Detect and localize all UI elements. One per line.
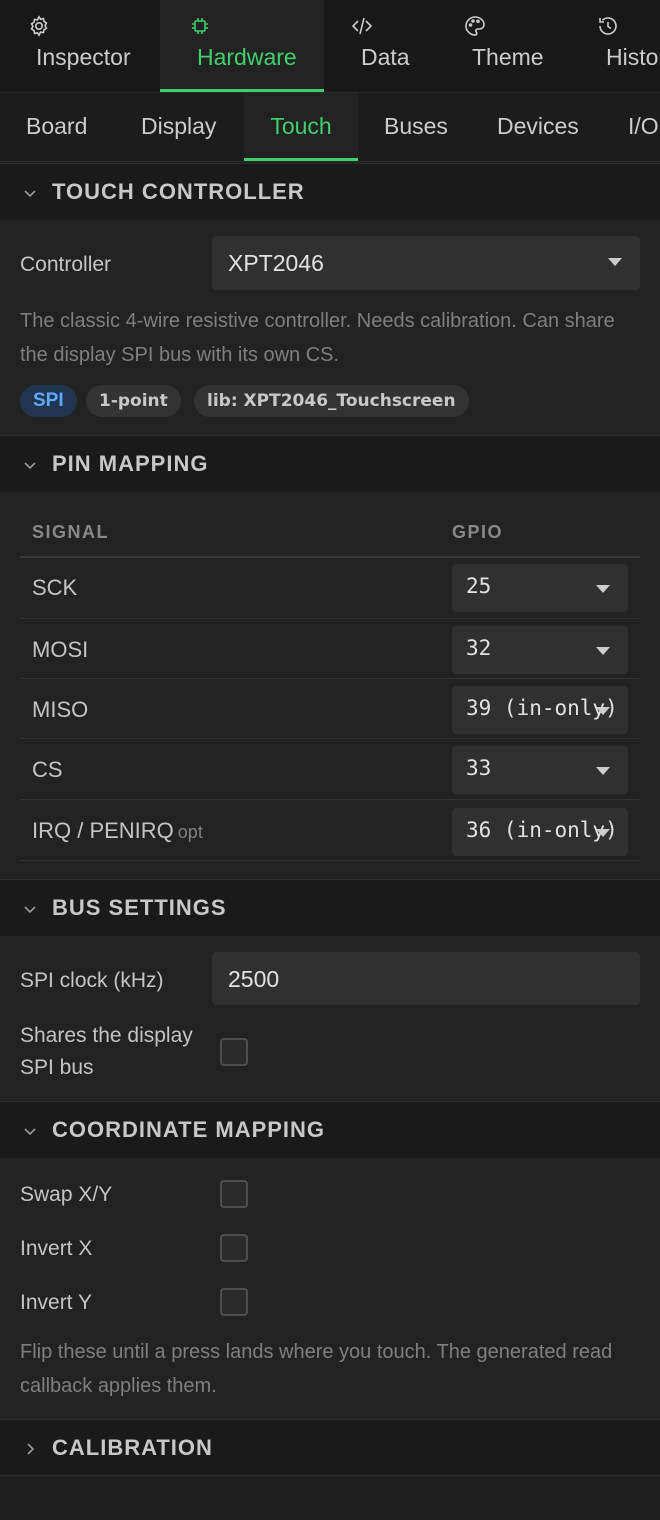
- table-row: IRQ / PENIRQ opt 36 (in-only): [20, 800, 640, 861]
- col-gpio: GPIO: [452, 522, 504, 542]
- section-title: TOUCH CONTROLLER: [52, 179, 305, 204]
- section-title: CALIBRATION: [52, 1435, 213, 1460]
- tab-label: History: [606, 44, 660, 70]
- shares-bus-label-line2: SPI bus: [20, 1056, 94, 1079]
- shares-bus-checkbox[interactable]: [220, 1038, 248, 1066]
- chevron-down-icon: [22, 457, 38, 473]
- section-header-pin-mapping[interactable]: PIN MAPPING: [0, 435, 660, 492]
- table-row: SCK 25: [20, 558, 640, 619]
- chevron-down-icon: [596, 829, 610, 837]
- subtab-buses[interactable]: Buses: [384, 93, 448, 161]
- invert-x-label: Invert X: [20, 1237, 93, 1260]
- signal-label: IRQ / PENIRQ: [32, 818, 174, 843]
- spi-clock-label: SPI clock (kHz): [20, 969, 164, 992]
- signal-name: MISO: [32, 697, 89, 722]
- chevron-down-icon: [596, 647, 610, 655]
- section-title: COORDINATE MAPPING: [52, 1117, 326, 1142]
- swap-xy-label: Swap X/Y: [20, 1183, 113, 1206]
- chevron-right-icon: [22, 1441, 38, 1457]
- chevron-down-icon: [22, 901, 38, 917]
- gpio-value: 33: [466, 756, 492, 780]
- palette-icon: [463, 14, 487, 38]
- subtab-board[interactable]: Board: [26, 93, 87, 161]
- pin-mapping-body: SIGNAL GPIO SCK 25 MOSI 32 MISO 39 (in-o…: [0, 492, 660, 879]
- chevron-down-icon: [596, 585, 610, 593]
- gpio-value: 39 (in-only): [466, 696, 618, 720]
- pin-table-header: SIGNAL GPIO: [20, 492, 640, 558]
- section-title: BUS SETTINGS: [52, 895, 227, 920]
- chip-spi: SPI: [20, 385, 77, 417]
- optional-tag: opt: [177, 822, 203, 842]
- chip-icon: [188, 14, 212, 38]
- section-header-touch-controller[interactable]: TOUCH CONTROLLER: [0, 163, 660, 220]
- controller-description: The classic 4-wire resistive controller.…: [20, 310, 615, 366]
- swap-xy-checkbox[interactable]: [220, 1180, 248, 1208]
- chevron-down-icon: [22, 185, 38, 201]
- spi-clock-input[interactable]: 2500: [212, 952, 640, 1005]
- subtab-io[interactable]: I/O: [628, 93, 659, 161]
- gpio-value: 32: [466, 636, 492, 660]
- pin-table: SIGNAL GPIO SCK 25 MOSI 32 MISO 39 (in-o…: [20, 492, 640, 862]
- gear-icon: [27, 14, 51, 38]
- gpio-select-cs[interactable]: 33: [452, 746, 628, 794]
- tab-history[interactable]: History: [580, 0, 660, 92]
- gpio-select-mosi[interactable]: 32: [452, 626, 628, 674]
- section-header-coordinate-mapping[interactable]: COORDINATE MAPPING: [0, 1101, 660, 1158]
- gpio-select-irq[interactable]: 36 (in-only): [452, 808, 628, 856]
- subtab-display[interactable]: Display: [141, 93, 216, 161]
- signal-name: SCK: [32, 575, 78, 600]
- invert-y-label: Invert Y: [20, 1291, 92, 1314]
- spi-clock-value: 2500: [228, 966, 280, 992]
- signal-name: IRQ / PENIRQ opt: [32, 818, 203, 844]
- chevron-down-icon: [596, 707, 610, 715]
- sub-tab-bar: Board Display Touch Buses Devices I/O: [0, 93, 660, 162]
- table-row: MISO 39 (in-only): [20, 679, 640, 739]
- signal-name: CS: [32, 757, 63, 782]
- controller-select[interactable]: XPT2046: [212, 236, 640, 290]
- chip-library: lib: XPT2046_Touchscreen: [194, 385, 469, 417]
- tab-label: Hardware: [197, 44, 297, 70]
- tab-label: Inspector: [36, 44, 131, 70]
- signal-name: MOSI: [32, 637, 89, 662]
- section-header-calibration[interactable]: CALIBRATION: [0, 1419, 660, 1476]
- chevron-down-icon: [22, 1123, 38, 1139]
- col-signal: SIGNAL: [32, 522, 110, 542]
- tab-inspector[interactable]: Inspector: [0, 0, 162, 92]
- bus-settings-body: SPI clock (kHz) 2500 Shares the display …: [0, 936, 660, 1101]
- gpio-select-miso[interactable]: 39 (in-only): [452, 686, 628, 734]
- tab-hardware[interactable]: Hardware: [160, 0, 324, 92]
- coordinate-hint: Flip these until a press lands where you…: [20, 1341, 613, 1397]
- invert-y-checkbox[interactable]: [220, 1288, 248, 1316]
- gpio-value: 25: [466, 574, 492, 598]
- chip-calibration-points: 1-point: [86, 385, 181, 417]
- table-row: CS 33: [20, 739, 640, 800]
- tab-label: Theme: [472, 44, 544, 70]
- section-header-bus-settings[interactable]: BUS SETTINGS: [0, 879, 660, 936]
- table-row: MOSI 32: [20, 619, 640, 679]
- touch-controller-body: Controller XPT2046 The classic 4-wire re…: [0, 220, 660, 435]
- section-title: PIN MAPPING: [52, 451, 209, 476]
- history-icon: [596, 14, 620, 38]
- code-icon: [350, 14, 374, 38]
- tab-data[interactable]: Data: [324, 0, 446, 92]
- controller-value: XPT2046: [228, 250, 324, 276]
- tab-theme[interactable]: Theme: [446, 0, 580, 92]
- coordinate-mapping-body: Swap X/Y Invert X Invert Y Flip these un…: [0, 1158, 660, 1419]
- subtab-devices[interactable]: Devices: [497, 93, 579, 161]
- invert-x-checkbox[interactable]: [220, 1234, 248, 1262]
- top-tab-bar: Inspector Hardware Data Theme Histo: [0, 0, 660, 93]
- subtab-touch[interactable]: Touch: [244, 93, 358, 161]
- gpio-select-sck[interactable]: 25: [452, 564, 628, 612]
- controller-label: Controller: [20, 253, 112, 276]
- shares-bus-label-line1: Shares the display: [20, 1024, 193, 1047]
- chevron-down-icon: [608, 258, 622, 266]
- tab-label: Data: [361, 44, 410, 70]
- chevron-down-icon: [596, 767, 610, 775]
- gpio-value: 36 (in-only): [466, 818, 618, 842]
